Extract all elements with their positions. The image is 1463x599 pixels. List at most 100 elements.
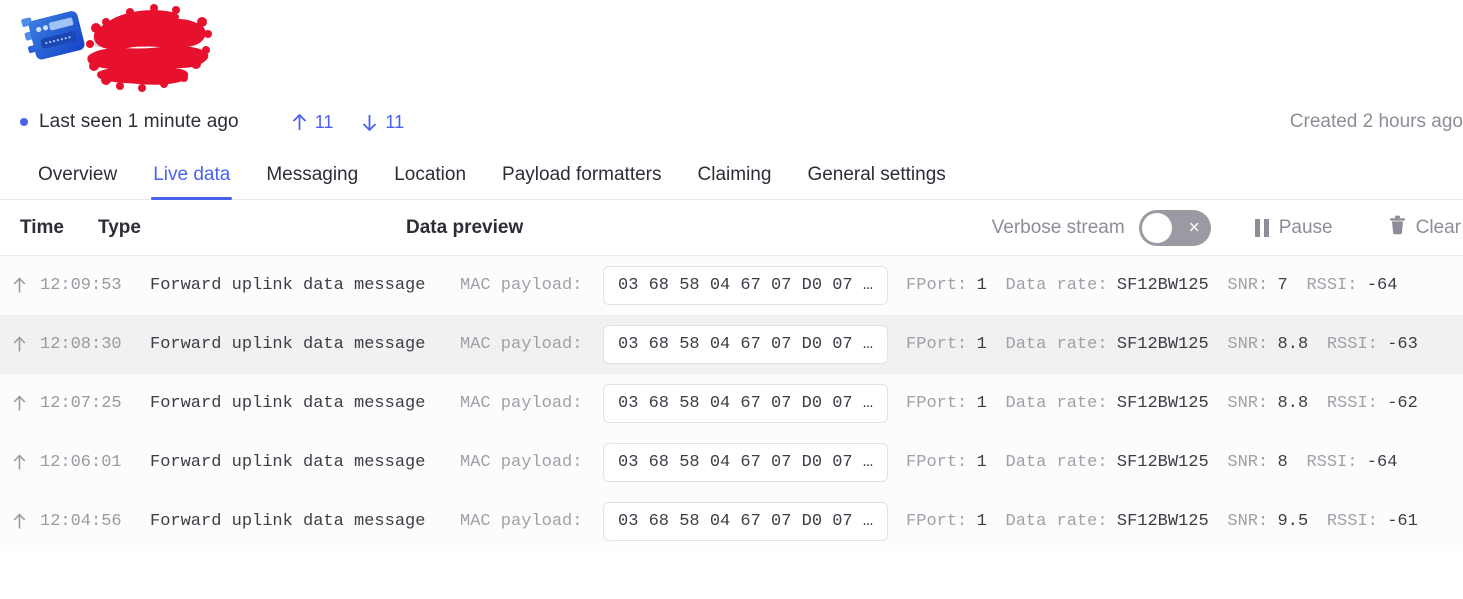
tab-location[interactable]: Location <box>376 165 484 199</box>
live-data-rows: 12:09:53 Forward uplink data message MAC… <box>0 256 1463 551</box>
row-rssi-key: RSSI: <box>1326 512 1378 531</box>
row-payload-pill[interactable]: 03 68 58 04 67 07 D0 07 … <box>603 502 889 541</box>
tab-live-data[interactable]: Live data <box>135 165 248 200</box>
device-status-bar: Last seen 1 minute ago 11 11 Created 2 h… <box>0 100 1463 144</box>
row-rssi-value: -64 <box>1366 276 1398 295</box>
row-snr-value: 8 <box>1277 453 1288 472</box>
row-payload-pill[interactable]: 03 68 58 04 67 07 D0 07 … <box>603 384 889 423</box>
row-fport-value: 1 <box>976 512 987 531</box>
row-type: Forward uplink data message <box>150 276 426 295</box>
arrow-down-icon <box>361 113 378 132</box>
device-header: eui-0000 <box>0 0 1463 100</box>
row-fport-value: 1 <box>976 453 987 472</box>
row-snr-value: 9.5 <box>1277 512 1309 531</box>
device-name: eui-0000 <box>92 23 197 53</box>
toggle-knob <box>1141 212 1172 243</box>
verbose-stream-toggle[interactable]: × <box>1138 209 1211 246</box>
row-fport-key: FPort: <box>906 394 968 413</box>
row-rssi-value: -63 <box>1387 335 1418 354</box>
device-identity: eui-0000 <box>20 4 1463 94</box>
row-snr-value: 7 <box>1277 276 1288 295</box>
row-snr-key: SNR: <box>1227 453 1269 472</box>
created-text: Created 2 hours ago <box>1289 111 1463 132</box>
row-time: 12:09:53 <box>40 276 122 295</box>
row-datarate-key: Data rate: <box>1005 453 1108 472</box>
last-seen-text: Last seen 1 minute ago <box>39 111 239 132</box>
table-row[interactable]: 12:08:30 Forward uplink data message MAC… <box>0 315 1463 374</box>
tab-general-settings[interactable]: General settings <box>789 165 963 199</box>
row-fport-key: FPort: <box>906 453 968 472</box>
row-mac-label: MAC payload: <box>460 335 583 354</box>
table-row[interactable]: 12:04:56 Forward uplink data message MAC… <box>0 492 1463 551</box>
tab-payload-formatters[interactable]: Payload formatters <box>484 165 679 199</box>
row-direction-uplink-icon <box>12 277 40 294</box>
row-direction-uplink-icon <box>12 336 40 353</box>
row-mac-label: MAC payload: <box>460 512 583 531</box>
row-rssi-key: RSSI: <box>1326 335 1378 354</box>
tab-claiming[interactable]: Claiming <box>680 165 790 199</box>
row-payload-pill[interactable]: 03 68 58 04 67 07 D0 07 … <box>603 266 889 305</box>
pause-button[interactable]: Pause <box>1254 217 1333 239</box>
row-snr-value: 8.8 <box>1277 394 1309 413</box>
row-time: 12:07:25 <box>40 394 122 413</box>
row-fport-key: FPort: <box>906 276 968 295</box>
row-time: 12:08:30 <box>40 335 122 354</box>
row-datarate-key: Data rate: <box>1005 512 1108 531</box>
row-snr-key: SNR: <box>1227 512 1269 531</box>
device-tabs: Overview Live data Messaging Location Pa… <box>0 144 1463 200</box>
row-snr-value: 8.8 <box>1277 335 1309 354</box>
row-metadata: FPort: 1 Data rate: SF12BW125 SNR: 8.8 R… <box>906 335 1418 354</box>
live-data-controls: Verbose stream × Pause Clear <box>991 209 1463 246</box>
row-direction-uplink-icon <box>12 395 40 412</box>
uplink-count: 11 <box>291 111 334 133</box>
row-fport-value: 1 <box>976 276 987 295</box>
row-datarate-value: SF12BW125 <box>1116 335 1209 354</box>
downlink-count-value: 11 <box>385 111 405 132</box>
live-data-table-header: Time Type Data preview Verbose stream × … <box>0 200 1463 256</box>
row-datarate-key: Data rate: <box>1005 394 1108 413</box>
row-rssi-value: -64 <box>1366 453 1398 472</box>
row-fport-key: FPort: <box>906 335 968 354</box>
row-mac-label: MAC payload: <box>460 276 583 295</box>
verbose-stream-label: Verbose stream <box>991 216 1125 238</box>
row-fport-value: 1 <box>976 335 987 354</box>
row-metadata: FPort: 1 Data rate: SF12BW125 SNR: 8 RSS… <box>906 453 1397 472</box>
row-fport-value: 1 <box>976 394 987 413</box>
row-datarate-value: SF12BW125 <box>1116 512 1209 531</box>
status-dot-icon <box>20 118 28 126</box>
close-icon: × <box>1188 217 1200 238</box>
row-mac-label: MAC payload: <box>460 394 583 413</box>
column-header-type: Type <box>98 216 141 238</box>
column-header-time: Time <box>20 216 65 238</box>
row-mac-label: MAC payload: <box>460 453 583 472</box>
lora-device-icon <box>13 3 98 88</box>
tab-messaging[interactable]: Messaging <box>248 165 376 199</box>
message-counters: 11 11 <box>291 112 404 133</box>
row-datarate-value: SF12BW125 <box>1116 394 1209 413</box>
tab-overview[interactable]: Overview <box>20 165 135 199</box>
row-snr-key: SNR: <box>1227 394 1269 413</box>
row-datarate-key: Data rate: <box>1005 335 1108 354</box>
row-direction-uplink-icon <box>12 454 40 471</box>
row-time: 12:06:01 <box>40 453 122 472</box>
row-metadata: FPort: 1 Data rate: SF12BW125 SNR: 9.5 R… <box>906 512 1418 531</box>
row-rssi-key: RSSI: <box>1306 276 1358 295</box>
row-rssi-key: RSSI: <box>1326 394 1378 413</box>
row-payload-pill[interactable]: 03 68 58 04 67 07 D0 07 … <box>603 443 889 482</box>
row-metadata: FPort: 1 Data rate: SF12BW125 SNR: 7 RSS… <box>906 276 1397 295</box>
trash-icon <box>1389 215 1406 241</box>
clear-button[interactable]: Clear <box>1389 215 1461 241</box>
row-datarate-key: Data rate: <box>1005 276 1108 295</box>
row-type: Forward uplink data message <box>150 335 426 354</box>
row-datarate-value: SF12BW125 <box>1116 453 1209 472</box>
row-rssi-value: -61 <box>1387 512 1418 531</box>
uplink-count-value: 11 <box>314 111 334 132</box>
arrow-up-icon <box>291 113 308 132</box>
device-name-container: eui-0000 <box>86 4 216 94</box>
table-row[interactable]: 12:09:53 Forward uplink data message MAC… <box>0 256 1463 315</box>
row-rssi-value: -62 <box>1387 394 1418 413</box>
row-rssi-key: RSSI: <box>1306 453 1358 472</box>
row-payload-pill[interactable]: 03 68 58 04 67 07 D0 07 … <box>603 325 889 364</box>
table-row[interactable]: 12:06:01 Forward uplink data message MAC… <box>0 433 1463 492</box>
table-row[interactable]: 12:07:25 Forward uplink data message MAC… <box>0 374 1463 433</box>
